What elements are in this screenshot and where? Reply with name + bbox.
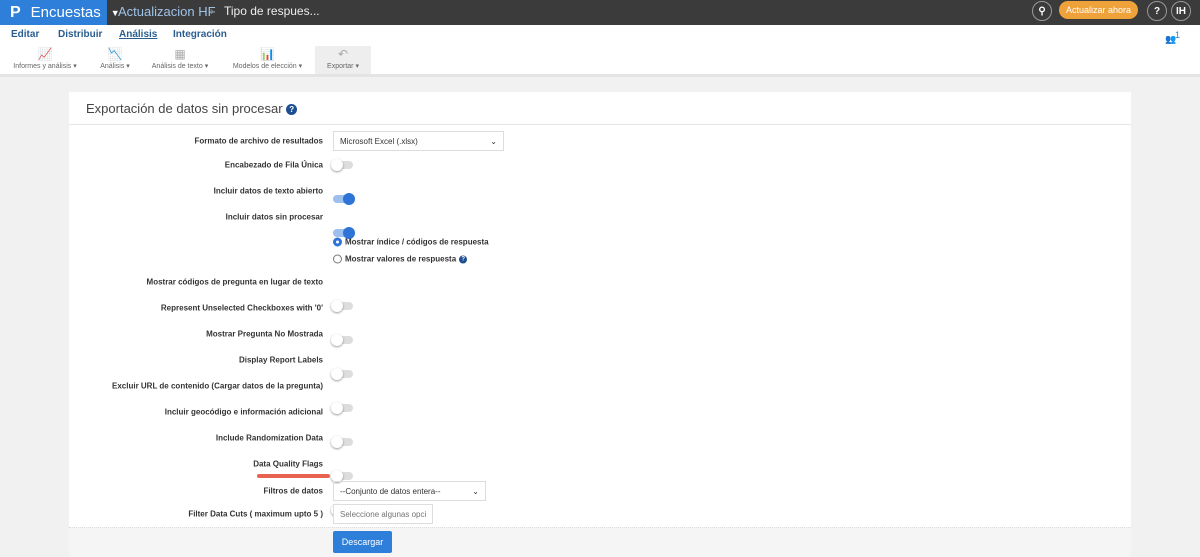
breadcrumb-project[interactable]: Actualizacion HF bbox=[118, 4, 216, 19]
radio-label: Mostrar valores de respuesta bbox=[345, 254, 457, 264]
label-single-header: Encabezado de Fila Única bbox=[224, 160, 323, 170]
radio-label: Mostrar índice / códigos de respuesta bbox=[345, 237, 489, 247]
toggle-open-text[interactable] bbox=[333, 193, 355, 205]
label-exclude-url: Excluir URL de contenido (Cargar datos d… bbox=[112, 381, 323, 391]
toggle-exclude-url[interactable] bbox=[331, 436, 353, 448]
tool-modelos[interactable]: 📊 Modelos de elección ▾ bbox=[230, 46, 305, 74]
chevron-down-icon: ⌄ bbox=[472, 486, 479, 496]
toggle-raw-data[interactable] bbox=[333, 227, 355, 239]
export-panel: Exportación de datos sin procesar ? Form… bbox=[69, 92, 1131, 557]
tool-label: Exportar bbox=[327, 63, 354, 70]
scatter-chart-icon: 📉 bbox=[107, 47, 123, 61]
toggle-report-labels[interactable] bbox=[331, 402, 353, 414]
label-hidden-question: Mostrar Pregunta No Mostrada bbox=[206, 329, 323, 339]
breadcrumb-separator: › bbox=[210, 4, 214, 18]
user-avatar[interactable]: IH bbox=[1171, 1, 1191, 21]
toggle-single-header[interactable] bbox=[331, 159, 353, 171]
radio-show-values[interactable]: Mostrar valores de respuesta ? bbox=[333, 254, 468, 264]
chevron-down-icon: ⌄ bbox=[490, 136, 497, 146]
search-icon: ⚲ bbox=[1038, 5, 1046, 17]
select-value: --Conjunto de datos entera-- bbox=[340, 486, 441, 496]
help-button[interactable]: ? bbox=[1147, 1, 1167, 21]
tab-analisis[interactable]: Análisis bbox=[119, 29, 157, 40]
label-data-quality-flags: Data Quality Flags bbox=[253, 459, 323, 469]
tool-label: Análisis bbox=[100, 63, 125, 70]
product-switcher[interactable]: P Encuestas ▼ bbox=[0, 0, 120, 25]
data-filter-select[interactable]: --Conjunto de datos entera-- ⌄ bbox=[333, 481, 486, 501]
tool-texto[interactable]: ▦ Análisis de texto ▾ bbox=[150, 46, 210, 74]
label-geocode: Incluir geocódigo e información adiciona… bbox=[164, 407, 323, 417]
search-button[interactable]: ⚲ bbox=[1032, 1, 1052, 21]
download-button[interactable]: Descargar bbox=[333, 531, 392, 553]
logo-icon: P bbox=[10, 3, 21, 21]
label-report-labels: Display Report Labels bbox=[238, 355, 323, 365]
tab-editar[interactable]: Editar bbox=[11, 29, 39, 40]
tool-analisis[interactable]: 📉 Análisis ▾ bbox=[95, 46, 135, 74]
help-icon[interactable]: ? bbox=[286, 104, 298, 116]
radio-checked[interactable] bbox=[333, 237, 342, 247]
radio-unchecked[interactable] bbox=[333, 254, 342, 264]
toggle-geocode[interactable] bbox=[331, 470, 353, 482]
collaborators[interactable]: 👥 1 bbox=[1165, 30, 1180, 44]
line-chart-icon: 📈 bbox=[37, 47, 53, 61]
update-now-button[interactable]: Actualizar ahora bbox=[1059, 1, 1138, 19]
highlight-underline bbox=[257, 474, 330, 478]
label-randomization: Include Randomization Data bbox=[215, 433, 323, 443]
tool-exportar[interactable]: ↶ Exportar ▾ bbox=[315, 46, 371, 74]
data-cuts-input[interactable] bbox=[333, 504, 433, 524]
tool-informes[interactable]: 📈 Informes y análisis ▾ bbox=[10, 46, 80, 74]
export-arrow-icon: ↶ bbox=[337, 47, 349, 61]
tab-distribuir[interactable]: Distribuir bbox=[58, 29, 102, 40]
radio-show-index[interactable]: Mostrar índice / códigos de respuesta bbox=[333, 237, 489, 247]
toggle-hidden-question[interactable] bbox=[331, 368, 353, 380]
label-raw-data: Incluir datos sin procesar bbox=[225, 212, 323, 222]
main-nav: Editar Distribuir Análisis Integración 👥… bbox=[0, 25, 1200, 46]
panel-title-text: Exportación de datos sin procesar bbox=[86, 101, 283, 116]
select-value: Microsoft Excel (.xlsx) bbox=[340, 136, 418, 146]
panel-title: Exportación de datos sin procesar ? bbox=[86, 101, 298, 116]
toolbar: 📈 Informes y análisis ▾ 📉 Análisis ▾ ▦ Anál… bbox=[0, 46, 1200, 77]
bar-chart-icon: 📊 bbox=[260, 47, 275, 61]
document-icon: ▦ bbox=[174, 47, 186, 61]
tool-label: Modelos de elección bbox=[232, 63, 297, 70]
tool-label: Análisis de texto bbox=[151, 63, 203, 70]
product-name: Encuestas bbox=[30, 4, 101, 21]
toggle-question-codes[interactable] bbox=[331, 300, 353, 312]
help-icon[interactable]: ? bbox=[459, 255, 468, 263]
divider bbox=[69, 124, 1131, 125]
label-question-codes: Mostrar códigos de pregunta en lugar de … bbox=[146, 277, 323, 287]
tool-label: Informes y análisis bbox=[13, 63, 72, 70]
label-file-format: Formato de archivo de resultados bbox=[194, 136, 323, 146]
label-open-text: Incluir datos de texto abierto bbox=[213, 186, 323, 196]
label-data-filters: Filtros de datos bbox=[263, 486, 323, 496]
label-unselected-checkboxes: Represent Unselected Checkboxes with '0' bbox=[160, 303, 323, 313]
label-data-cuts: Filter Data Cuts ( maximum upto 5 ) bbox=[188, 509, 323, 519]
tab-integracion[interactable]: Integración bbox=[173, 29, 227, 40]
panel-footer bbox=[69, 527, 1131, 557]
file-format-select[interactable]: Microsoft Excel (.xlsx) ⌄ bbox=[333, 131, 504, 151]
users-icon: 👥 bbox=[1164, 34, 1177, 44]
breadcrumb-page[interactable]: Tipo de respues... bbox=[224, 4, 320, 18]
toggle-unselected-checkboxes[interactable] bbox=[331, 334, 353, 346]
